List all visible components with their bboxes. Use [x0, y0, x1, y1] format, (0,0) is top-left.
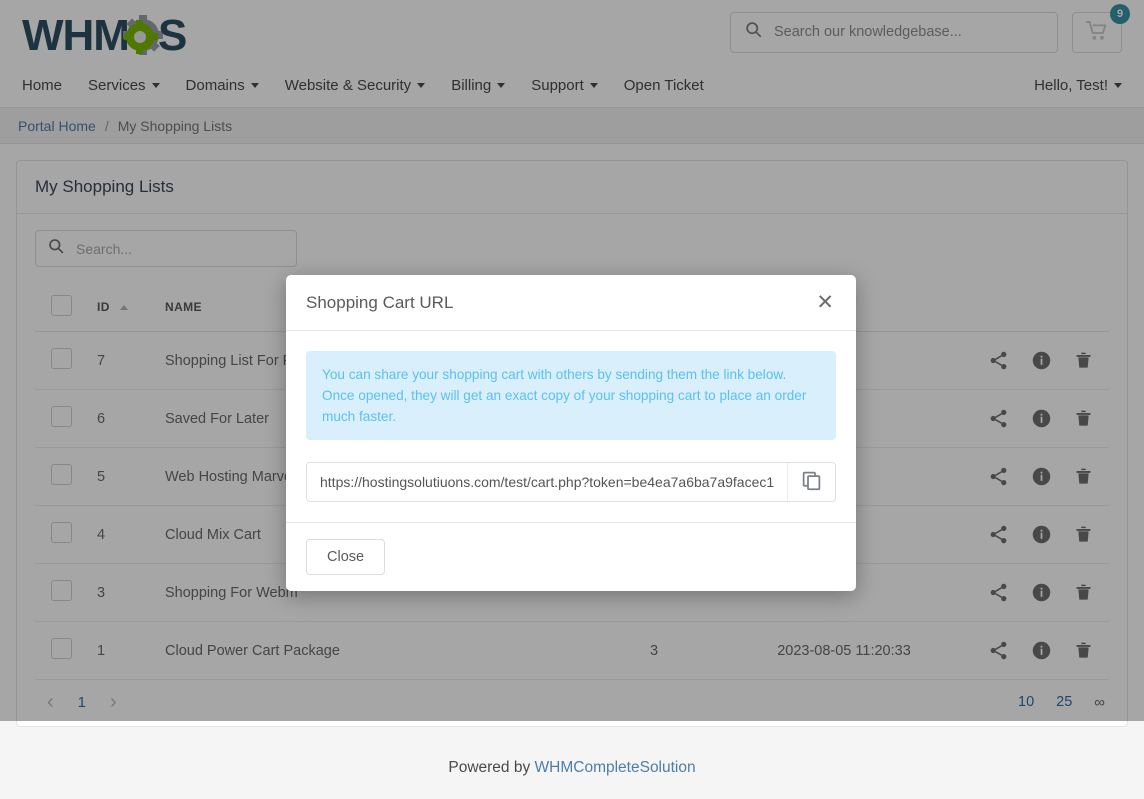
cart-url-input[interactable] — [307, 463, 787, 502]
cart-url-group — [306, 462, 836, 503]
close-button[interactable]: Close — [306, 539, 386, 576]
share-info-alert: You can share your shopping cart with ot… — [306, 351, 836, 441]
footer-brand-link[interactable]: WHMCompleteSolution — [535, 759, 696, 776]
modal-header: Shopping Cart URL ✕ — [286, 275, 856, 331]
close-icon[interactable]: ✕ — [814, 292, 836, 313]
copy-url-button[interactable] — [787, 463, 835, 502]
footer-powered-by: Powered by — [448, 759, 531, 776]
site-footer: Powered by WHMCompleteSolution — [0, 743, 1144, 799]
copy-icon — [801, 470, 822, 494]
shopping-cart-url-modal: Shopping Cart URL ✕ You can share your s… — [286, 275, 856, 592]
modal-footer: Close — [286, 522, 856, 591]
modal-title: Shopping Cart URL — [306, 292, 454, 312]
modal-body: You can share your shopping cart with ot… — [286, 331, 856, 522]
